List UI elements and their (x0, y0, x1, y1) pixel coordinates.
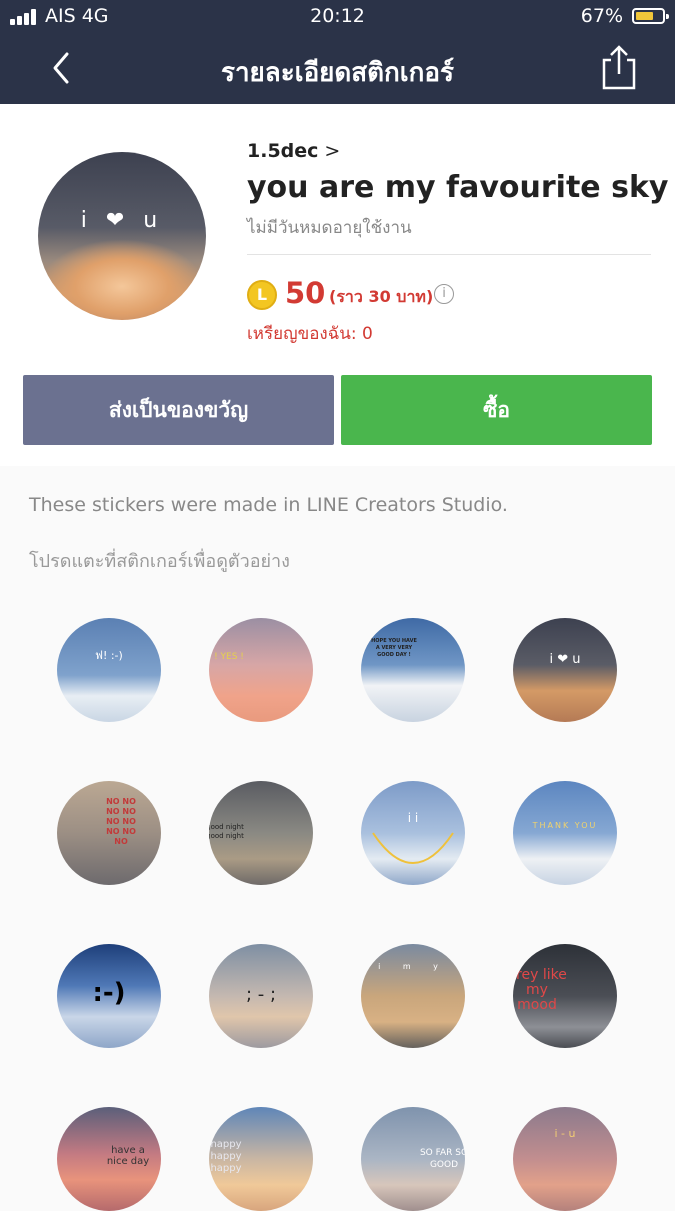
chevron-right-icon: > (324, 140, 341, 162)
sticker-item[interactable]: grey like my mood (513, 944, 617, 1048)
sticker-item[interactable]: :-) (57, 944, 161, 1048)
sticker-item[interactable]: good night good night (209, 781, 313, 885)
validity-text: ไม่มีวันหมดอายุใช้งาน (247, 218, 412, 238)
author-link[interactable]: 1.5dec > (247, 140, 340, 162)
battery-icon (632, 8, 669, 24)
sticker-item[interactable]: NO NO NO NO NO NO NO NO NO (57, 781, 161, 885)
clock: 20:12 (310, 5, 365, 27)
coin-icon: L (247, 280, 277, 310)
buy-button[interactable]: ซื้อ (341, 375, 652, 445)
top-bar: AIS 4G 20:12 67% รายละเอียดสติกเกอร์ (0, 0, 675, 104)
sticker-item[interactable]: ฟ! :-) (57, 618, 161, 722)
sticker-item[interactable]: SO FAR SO GOOD (361, 1107, 465, 1211)
sticker-item[interactable]: THANK YOU (513, 781, 617, 885)
sticker-item[interactable]: i i (361, 781, 465, 885)
sticker-header-card: i ❤ u 1.5dec > you are my favourite sky ไ… (0, 104, 675, 466)
sticker-title: you are my favourite sky (247, 170, 669, 205)
sticker-main-image[interactable]: i ❤ u (38, 152, 206, 320)
hero-sticker-text: i ❤ u (80, 208, 164, 233)
divider (247, 254, 651, 255)
my-coins: เหรียญของฉัน: 0 (247, 324, 373, 344)
author-name: 1.5dec (247, 140, 319, 162)
share-icon[interactable] (599, 44, 639, 90)
sticker-item[interactable]: ; - ; (209, 944, 313, 1048)
info-icon[interactable]: i (434, 284, 454, 304)
price-approx: (ราว 30 บาท) (329, 287, 434, 306)
sticker-item[interactable]: i - u (513, 1107, 617, 1211)
sticker-item[interactable]: happy happy happy (209, 1107, 313, 1211)
page-title: รายละเอียดสติกเกอร์ (220, 58, 455, 88)
sticker-item[interactable]: have a nice day (57, 1107, 161, 1211)
creators-note: These stickers were made in LINE Creator… (29, 494, 508, 516)
status-bar: AIS 4G 20:12 67% (0, 0, 675, 34)
gift-button[interactable]: ส่งเป็นของขวัญ (23, 375, 334, 445)
sticker-item[interactable]: i ❤ u (513, 618, 617, 722)
battery-percent: 67% (580, 5, 623, 27)
sticker-item[interactable]: i m y (361, 944, 465, 1048)
price: 50 (285, 276, 326, 310)
sticker-item[interactable]: YES ! YES ! YES ! (209, 618, 313, 722)
preview-hint: โปรดแตะที่สติกเกอร์เพื่อดูตัวอย่าง (29, 551, 290, 572)
sticker-item[interactable]: HOPE YOU HAVE A VERY VERY GOOD DAY ! (361, 618, 465, 722)
